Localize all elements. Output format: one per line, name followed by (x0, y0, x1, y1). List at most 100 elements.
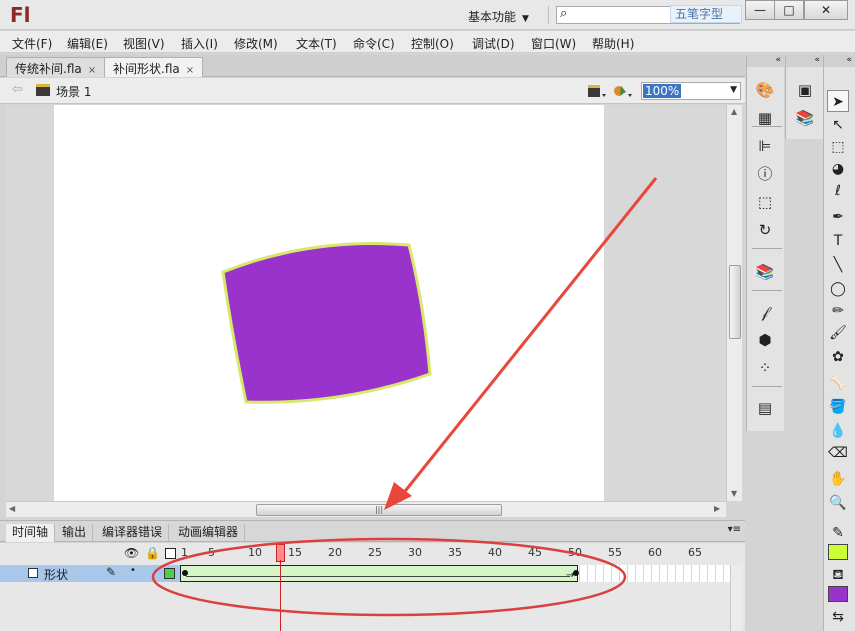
fill-bucket-icon: ⛾ (832, 567, 844, 583)
menu-bar: 文件(F) 编辑(E) 视图(V) 插入(I) 修改(M) 文本(T) 命令(C… (0, 31, 855, 53)
menu-insert[interactable]: 插入(I) (181, 35, 218, 52)
menu-text[interactable]: 文本(T) (296, 35, 337, 52)
zoom-tool-icon[interactable]: 🔍 (827, 492, 849, 514)
layer-outline-color[interactable] (164, 568, 175, 579)
tab-timeline[interactable]: 时间轴 (6, 524, 56, 542)
menu-modify[interactable]: 修改(M) (234, 35, 278, 52)
scroll-down-icon[interactable]: ▼ (731, 489, 737, 498)
color-palette-icon[interactable]: 🎨 (755, 80, 775, 100)
brush-tool-icon[interactable]: 🖌 (827, 322, 849, 344)
properties-icon[interactable]: ▣ (795, 80, 815, 100)
hand-tool-icon[interactable]: ✋ (827, 468, 849, 490)
deco-tool-icon[interactable]: ✿ (827, 346, 849, 368)
menu-commands[interactable]: 命令(C) (353, 35, 395, 52)
actions-icon[interactable]: 𝒻 (755, 302, 775, 322)
search-icon: ⌕ (560, 6, 568, 21)
swap-colors-icon[interactable]: ⇆ (827, 606, 849, 628)
layer-row[interactable]: 形状 ✎ • (0, 565, 180, 582)
frame-ruler[interactable]: 1 5 10 15 20 25 30 35 40 45 50 55 60 65 (180, 543, 730, 565)
menu-debug[interactable]: 调试(D) (472, 35, 515, 52)
subselection-tool-icon[interactable]: ↖ (827, 114, 849, 136)
maximize-button[interactable]: □ (774, 0, 804, 20)
start-keyframe[interactable] (182, 570, 188, 576)
pasteboard (6, 105, 726, 501)
edit-objects-icon[interactable] (612, 82, 634, 100)
lasso-tool-icon[interactable]: ℓ (827, 180, 849, 202)
visibility-dot-icon[interactable]: • (130, 565, 136, 576)
ruler-label: 45 (528, 546, 542, 559)
text-tool-icon[interactable]: T (827, 230, 849, 252)
tab-shape-tween[interactable]: 补间形状.fla × (104, 57, 204, 77)
collapse-icon[interactable]: « (786, 55, 823, 67)
lock-icon[interactable]: 🔒 (145, 546, 160, 560)
library-icon[interactable]: 📚 (755, 262, 775, 282)
ruler-label: 30 (408, 546, 422, 559)
eyedropper-tool-icon[interactable]: 💧 (827, 420, 849, 442)
panel-menu-icon[interactable]: ▾≡ (728, 524, 741, 535)
horizontal-scroll-thumb[interactable]: ||| (256, 504, 502, 516)
vertical-scroll-thumb[interactable] (729, 265, 741, 339)
scene-panel-icon[interactable]: ▤ (755, 398, 775, 418)
info-icon[interactable]: ⓘ (755, 164, 775, 184)
tween-arrow-line (186, 576, 570, 577)
document-tabs: 传统补间.fla × 补间形状.fla × (0, 55, 745, 77)
scroll-up-icon[interactable]: ▲ (731, 107, 737, 116)
menu-edit[interactable]: 编辑(E) (67, 35, 108, 52)
outline-icon[interactable] (165, 548, 176, 559)
title-separator (548, 6, 549, 24)
history-icon[interactable]: ↻ (755, 220, 775, 240)
tab-compiler-errors[interactable]: 编译器错误 (96, 524, 170, 542)
swatches-icon[interactable]: ▦ (755, 108, 775, 128)
rectangle-tool-icon[interactable]: ◯ (827, 278, 849, 300)
close-button[interactable]: ✕ (804, 0, 848, 20)
shape-tween-span[interactable] (180, 565, 578, 582)
pencil-tool-icon[interactable]: ✏ (827, 300, 849, 322)
close-icon[interactable]: × (88, 65, 96, 76)
ruler-label: 10 (248, 546, 262, 559)
ruler-label: 50 (568, 546, 582, 559)
collapse-icon[interactable]: « (747, 55, 784, 67)
line-tool-icon[interactable]: ╲ (827, 254, 849, 276)
edit-symbols-icon[interactable] (586, 82, 608, 100)
components-icon[interactable]: ⬢ (755, 330, 775, 350)
menu-window[interactable]: 窗口(W) (531, 35, 576, 52)
paint-bucket-tool-icon[interactable]: 🪣 (827, 396, 849, 418)
menu-file[interactable]: 文件(F) (12, 35, 52, 52)
bone-tool-icon[interactable]: 🦴 (827, 372, 849, 394)
ruler-label: 20 (328, 546, 342, 559)
fill-color-swatch[interactable] (828, 586, 848, 602)
stage-horizontal-scrollbar[interactable]: ◀ ||| ▶ (6, 501, 726, 517)
transform-icon[interactable]: ⬚ (755, 192, 775, 212)
eye-icon[interactable]: 👁 (124, 546, 139, 560)
menu-control[interactable]: 控制(O) (411, 35, 454, 52)
collapse-icon[interactable]: « (824, 55, 855, 67)
close-icon[interactable]: × (186, 65, 194, 76)
zoom-select[interactable]: 100% ▼ (641, 82, 741, 100)
end-keyframe[interactable] (573, 570, 579, 576)
tab-output[interactable]: 输出 (56, 524, 94, 542)
menu-help[interactable]: 帮助(H) (592, 35, 634, 52)
eraser-tool-icon[interactable]: ⌫ (827, 442, 849, 464)
tab-label: 补间形状.fla (113, 62, 180, 76)
menu-view[interactable]: 视图(V) (123, 35, 165, 52)
ruler-label: 60 (648, 546, 662, 559)
scroll-left-icon[interactable]: ◀ (9, 504, 15, 513)
scroll-right-icon[interactable]: ▶ (714, 504, 720, 513)
library-panel-icon[interactable]: 📚 (795, 108, 815, 128)
pen-tool-icon[interactable]: ✒ (827, 206, 849, 228)
minimize-button[interactable]: — (745, 0, 775, 20)
ruler-label: 15 (288, 546, 302, 559)
align-icon[interactable]: ⊫ (755, 136, 775, 156)
timeline-vertical-scrollbar[interactable] (730, 565, 742, 631)
tab-motion-editor[interactable]: 动画编辑器 (172, 524, 246, 542)
selection-tool-icon[interactable]: ➤ (827, 90, 849, 112)
stroke-color-swatch[interactable] (828, 544, 848, 560)
workspace-switcher[interactable]: 基本功能 ▼ (468, 8, 529, 25)
back-arrow-icon[interactable]: ⇦ (12, 82, 23, 97)
3d-rotation-tool-icon[interactable]: ◕ (827, 158, 849, 180)
tab-classic-tween[interactable]: 传统补间.fla × (6, 57, 106, 77)
stage-vertical-scrollbar[interactable]: ▲ ▼ (726, 105, 742, 501)
motion-presets-icon[interactable]: ⁘ (755, 358, 775, 378)
free-transform-tool-icon[interactable]: ⬚ (827, 136, 849, 158)
stage[interactable] (54, 105, 604, 501)
